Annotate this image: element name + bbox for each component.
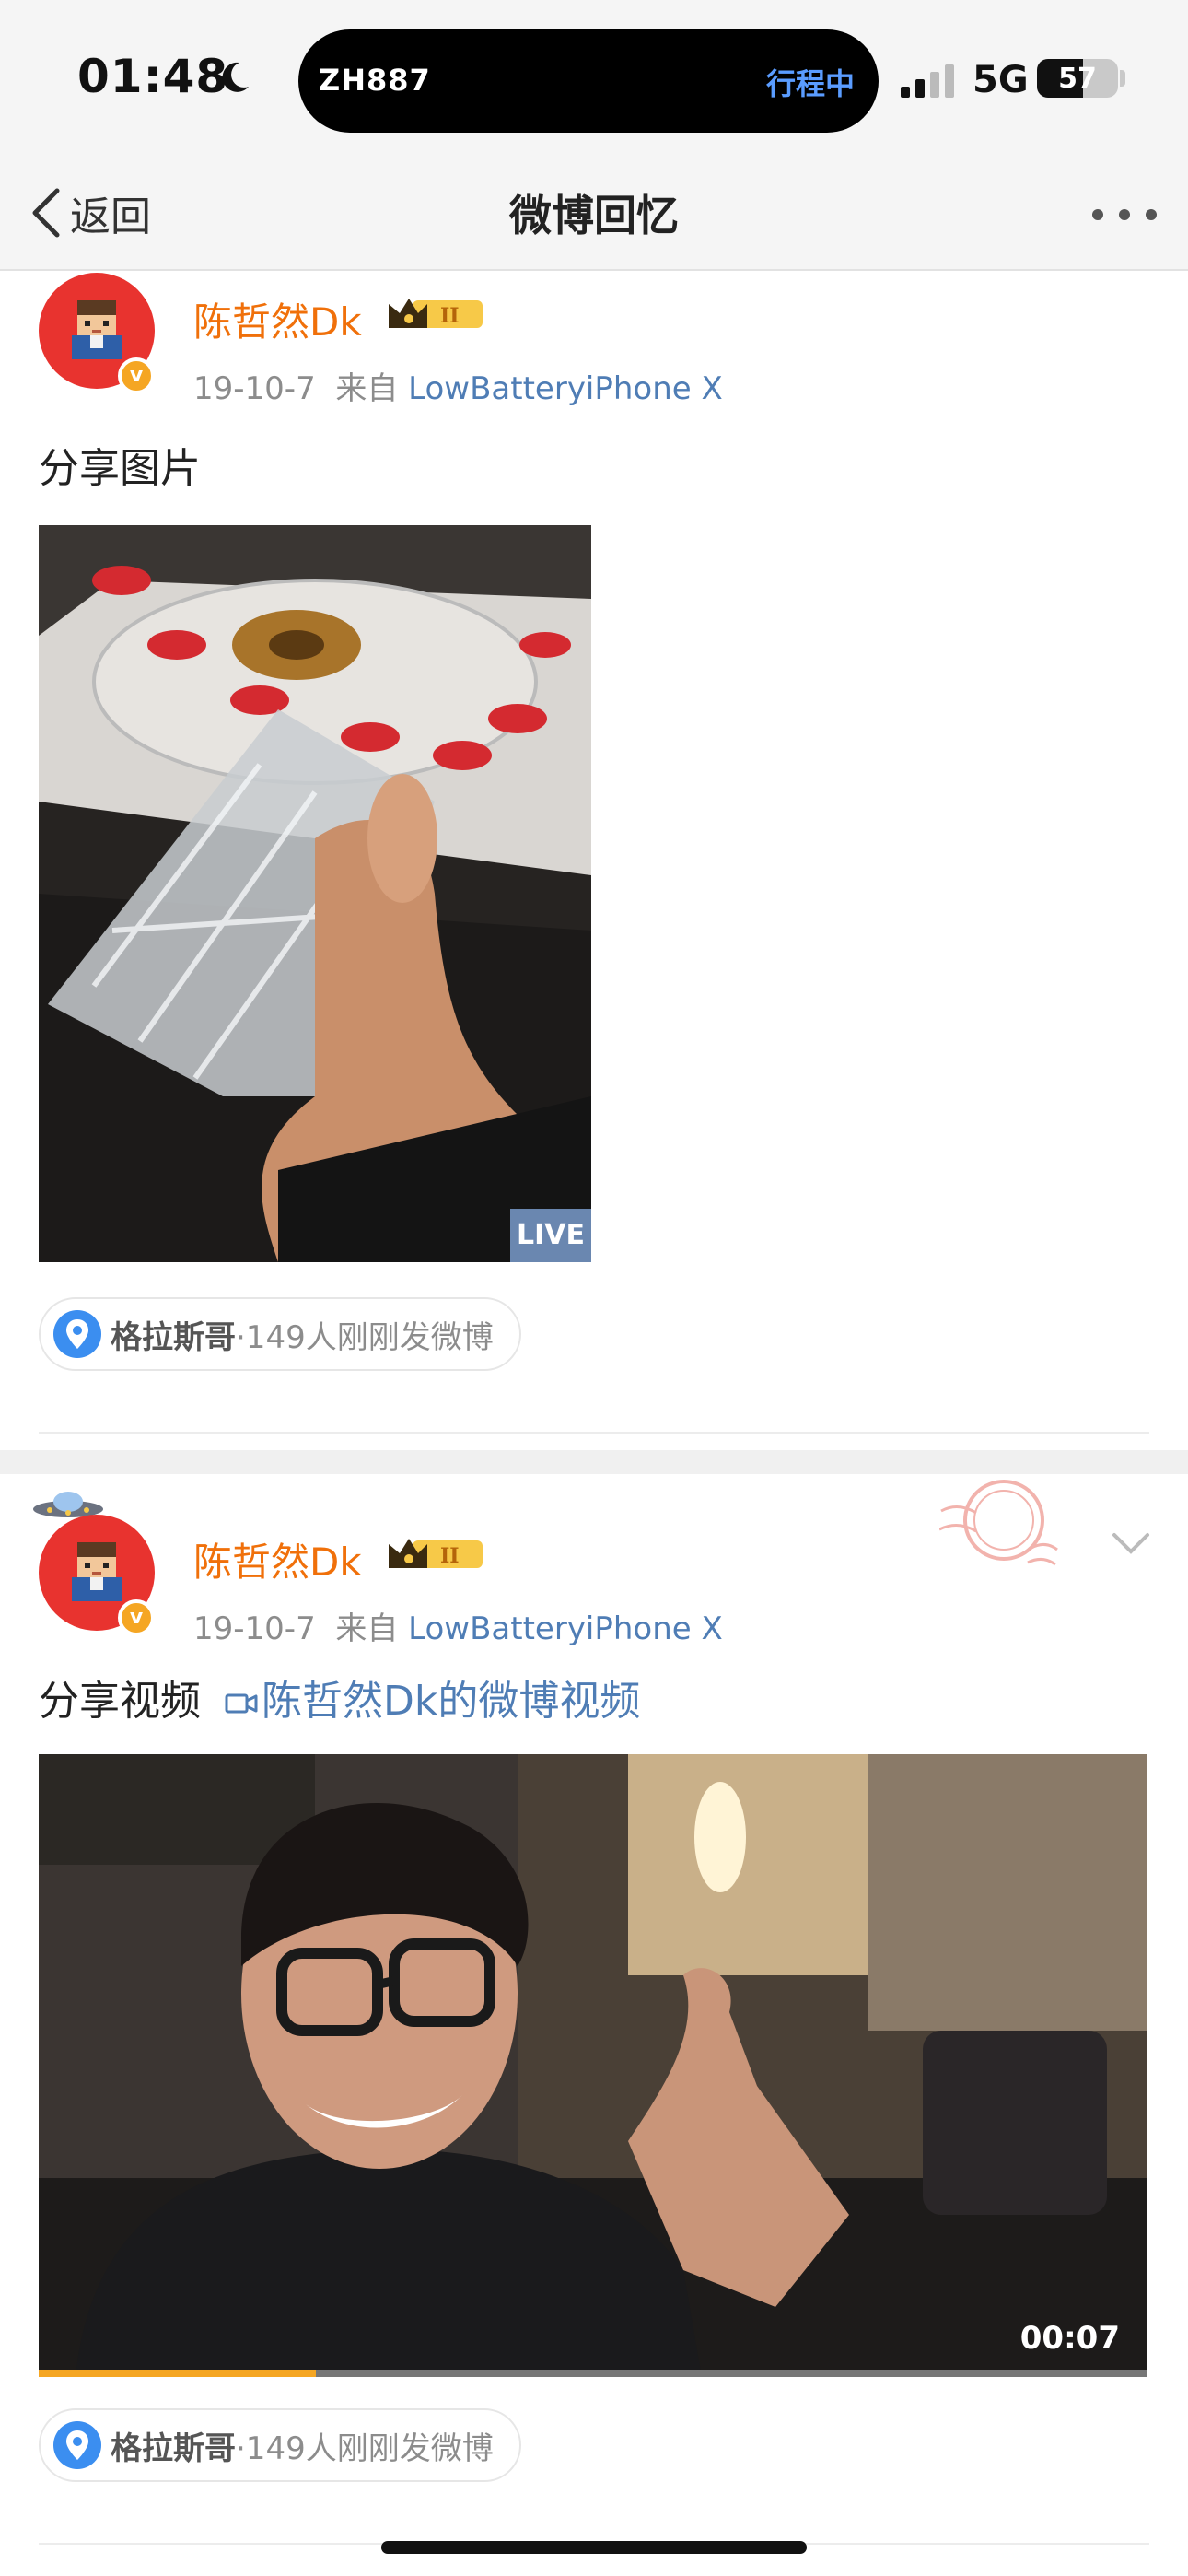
trip-status: 行程中 — [765, 66, 855, 101]
post-meta: 19-10-7 来自 LowBatteryiPhone X — [193, 1603, 723, 1648]
location-pin-icon — [53, 2421, 101, 2469]
location-extra: ·149人刚刚发微博 — [236, 1318, 494, 1356]
battery-cap — [1120, 70, 1125, 87]
battery-level: 57 — [1058, 63, 1097, 95]
post-source[interactable]: LowBatteryiPhone X — [408, 370, 723, 407]
video-duration: 00:07 — [1019, 2320, 1120, 2357]
more-icon-dot — [1146, 209, 1157, 220]
status-bar: 01:48 ZH887 行程中 5G 57 — [0, 0, 1188, 157]
verified-badge: v — [118, 357, 155, 394]
source-prefix: 来自 — [335, 370, 399, 407]
dynamic-island[interactable]: ZH887 行程中 — [298, 29, 879, 133]
video-progress-bar[interactable] — [39, 2370, 1147, 2377]
crown-badge[interactable]: II — [385, 1531, 486, 1574]
repost-button[interactable]: 转发 — [129, 2558, 267, 2576]
video-link[interactable]: 陈哲然Dk的微博视频 — [225, 1678, 640, 1725]
location-pin-icon — [53, 1310, 101, 1358]
location-tag[interactable]: 格拉斯哥 ·149人刚刚发微博 — [39, 1297, 521, 1371]
post-card[interactable]: v 陈哲然Dk II 19-10-7 来自 LowBatteryiPhone X… — [0, 273, 1188, 1563]
video-link-label: 陈哲然Dk的微博视频 — [262, 1678, 641, 1725]
pixel-avatar-icon — [72, 300, 122, 359]
stamp-icon — [939, 1480, 1058, 1566]
more-icon — [1092, 209, 1103, 220]
username[interactable]: 陈哲然Dk — [193, 291, 362, 347]
live-badge: LIVE — [510, 1209, 591, 1262]
page-title: 微博回忆 — [509, 191, 679, 240]
battery-icon: 57 — [1037, 59, 1118, 98]
feed[interactable]: v 陈哲然Dk II 19-10-7 来自 LowBatteryiPhone X… — [0, 273, 1188, 2576]
post-card[interactable]: v 陈哲然Dk II 19-10-7 来自 LowBatteryiPhone X… — [0, 1474, 1188, 2576]
more-button[interactable] — [1092, 193, 1157, 236]
like-button[interactable]: 27 — [926, 2558, 1038, 2576]
photo-image — [39, 525, 591, 1262]
network-type: 5G — [973, 59, 1029, 101]
signal-icon — [901, 64, 954, 98]
status-time: 01:48 — [77, 50, 229, 103]
post-date: 19-10-7 — [193, 370, 316, 407]
video-progress-fill — [39, 2370, 316, 2377]
comment-button[interactable]: 12 — [554, 2558, 666, 2576]
chevron-down-icon[interactable] — [1111, 1529, 1151, 1557]
nav-bar: 返回 微博回忆 — [0, 157, 1188, 271]
home-indicator[interactable] — [381, 2541, 807, 2554]
more-icon-dot — [1119, 209, 1130, 220]
pixel-avatar-icon — [72, 1542, 122, 1601]
flight-number: ZH887 — [319, 63, 431, 98]
post-text: 分享图片 — [39, 445, 201, 492]
location-tag[interactable]: 格拉斯哥 ·149人刚刚发微博 — [39, 2408, 521, 2482]
post-photo[interactable]: LIVE — [39, 525, 591, 1262]
username[interactable]: 陈哲然Dk — [193, 1531, 362, 1587]
post-source[interactable]: LowBatteryiPhone X — [408, 1610, 723, 1647]
post-date: 19-10-7 — [193, 1610, 316, 1647]
post-divider — [0, 1450, 1188, 1474]
location-name: 格拉斯哥 — [111, 2430, 236, 2467]
post-text-body: 分享视频 — [39, 1678, 201, 1725]
crown-badge[interactable]: II — [385, 291, 486, 334]
post-video[interactable]: 00:07 — [39, 1754, 1147, 2377]
moon-icon — [222, 62, 249, 92]
video-icon — [225, 1693, 258, 1714]
post-meta: 19-10-7 来自 LowBatteryiPhone X — [193, 363, 723, 408]
action-bar: 转发 12 27 — [0, 2558, 1188, 2576]
video-frame — [39, 1754, 1147, 2377]
source-prefix: 来自 — [335, 1610, 399, 1647]
location-extra: ·149人刚刚发微博 — [236, 2430, 494, 2467]
location-name: 格拉斯哥 — [111, 1318, 236, 1356]
post-text: 分享视频 陈哲然Dk的微博视频 — [39, 1668, 640, 1727]
svg-text:II: II — [440, 1544, 460, 1568]
verified-badge: v — [118, 1599, 155, 1636]
svg-text:II: II — [440, 304, 460, 328]
